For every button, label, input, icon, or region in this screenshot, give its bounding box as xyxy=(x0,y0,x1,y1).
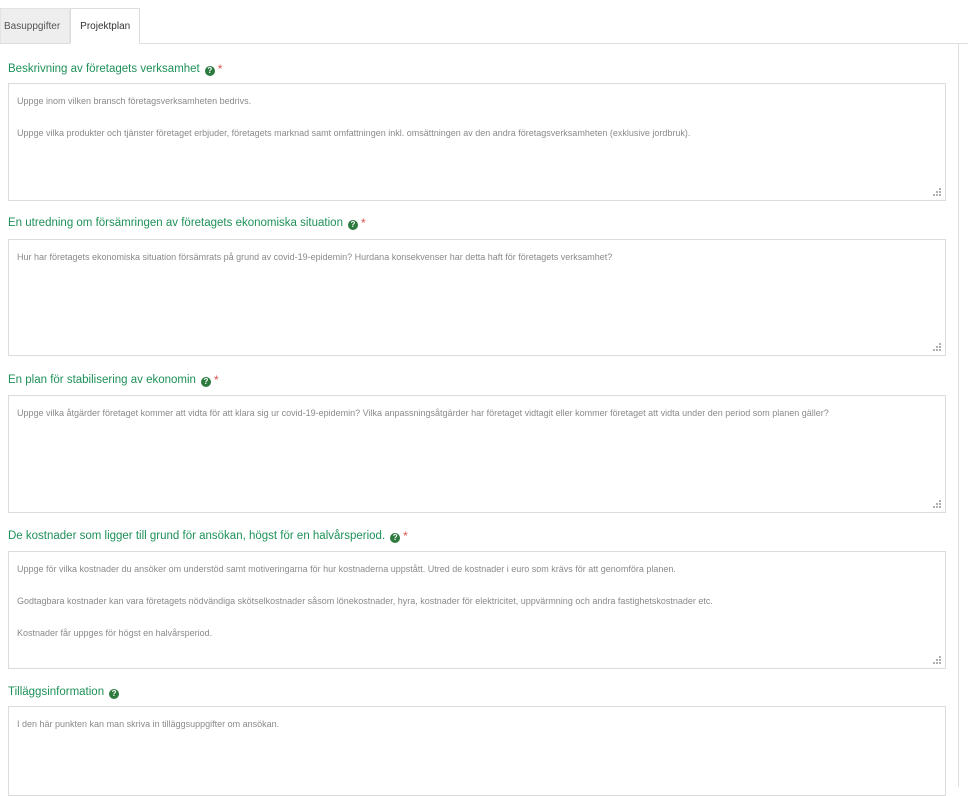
resize-grip-icon[interactable] xyxy=(933,656,942,665)
help-icon[interactable]: ? xyxy=(347,219,358,230)
help-icon[interactable]: ? xyxy=(390,532,401,543)
required-marker: * xyxy=(360,216,366,230)
tab-projektplan[interactable]: Projektplan xyxy=(70,8,141,44)
tab-bar: Basuppgifter Projektplan xyxy=(0,8,141,44)
tab-divider xyxy=(0,43,968,44)
verksamhet-textarea[interactable]: Uppge inom vilken bransch företagsverksa… xyxy=(8,83,946,201)
placeholder-line: Uppge vilka åtgärder företaget kommer at… xyxy=(17,408,829,418)
placeholder-line: Kostnader får uppges för högst en halvår… xyxy=(17,628,213,638)
field-stabilisering: En plan för stabilisering av ekonomin ? … xyxy=(8,372,946,513)
field-label: Tilläggsinformation ? xyxy=(8,684,946,700)
field-verksamhet: Beskrivning av företagets verksamhet ? *… xyxy=(8,61,946,201)
field-label-text: En plan för stabilisering av ekonomin xyxy=(8,374,196,386)
stabilisering-textarea[interactable]: Uppge vilka åtgärder företaget kommer at… xyxy=(8,395,946,513)
field-label-text: Beskrivning av företagets verksamhet xyxy=(8,63,200,75)
field-label: Beskrivning av företagets verksamhet ? * xyxy=(8,61,946,77)
placeholder-line: I den här punkten kan man skriva in till… xyxy=(17,719,280,729)
required-marker: * xyxy=(213,373,219,387)
forsamring-textarea[interactable]: Hur har företagets ekonomiska situation … xyxy=(8,239,946,356)
help-icon[interactable]: ? xyxy=(109,688,120,699)
kostnader-textarea[interactable]: Uppge för vilka kostnader du ansöker om … xyxy=(8,551,946,669)
field-label-text: En utredning om försämringen av företage… xyxy=(8,217,343,229)
field-label: En utredning om försämringen av företage… xyxy=(8,215,946,231)
resize-grip-icon[interactable] xyxy=(933,500,942,509)
field-label: De kostnader som ligger till grund för a… xyxy=(8,528,946,544)
resize-grip-icon[interactable] xyxy=(933,343,942,352)
placeholder-line: Hur har företagets ekonomiska situation … xyxy=(17,252,613,262)
field-label-text: Tilläggsinformation xyxy=(8,686,105,698)
field-tillaggsinformation: Tilläggsinformation ? I den här punkten … xyxy=(8,684,946,796)
resize-grip-icon[interactable] xyxy=(933,188,942,197)
placeholder-line: Uppge vilka produkter och tjänster föret… xyxy=(17,128,691,138)
placeholder-line: Uppge för vilka kostnader du ansöker om … xyxy=(17,564,676,574)
field-forsamring: En utredning om försämringen av företage… xyxy=(8,215,946,356)
help-icon[interactable]: ? xyxy=(200,376,211,387)
tab-basuppgifter[interactable]: Basuppgifter xyxy=(0,8,71,44)
placeholder-line: Uppge inom vilken bransch företagsverksa… xyxy=(17,96,252,106)
required-marker: * xyxy=(217,62,223,76)
tillaggsinformation-textarea[interactable]: I den här punkten kan man skriva in till… xyxy=(8,706,946,796)
required-marker: * xyxy=(403,529,408,543)
field-label-text: De kostnader som ligger till grund för a… xyxy=(8,530,386,542)
field-label: En plan för stabilisering av ekonomin ? … xyxy=(8,372,946,388)
placeholder-line: Godtagbara kostnader kan vara företagets… xyxy=(17,596,713,606)
field-kostnader: De kostnader som ligger till grund för a… xyxy=(8,528,946,669)
help-icon[interactable]: ? xyxy=(204,65,215,76)
panel-right-border xyxy=(958,44,959,787)
